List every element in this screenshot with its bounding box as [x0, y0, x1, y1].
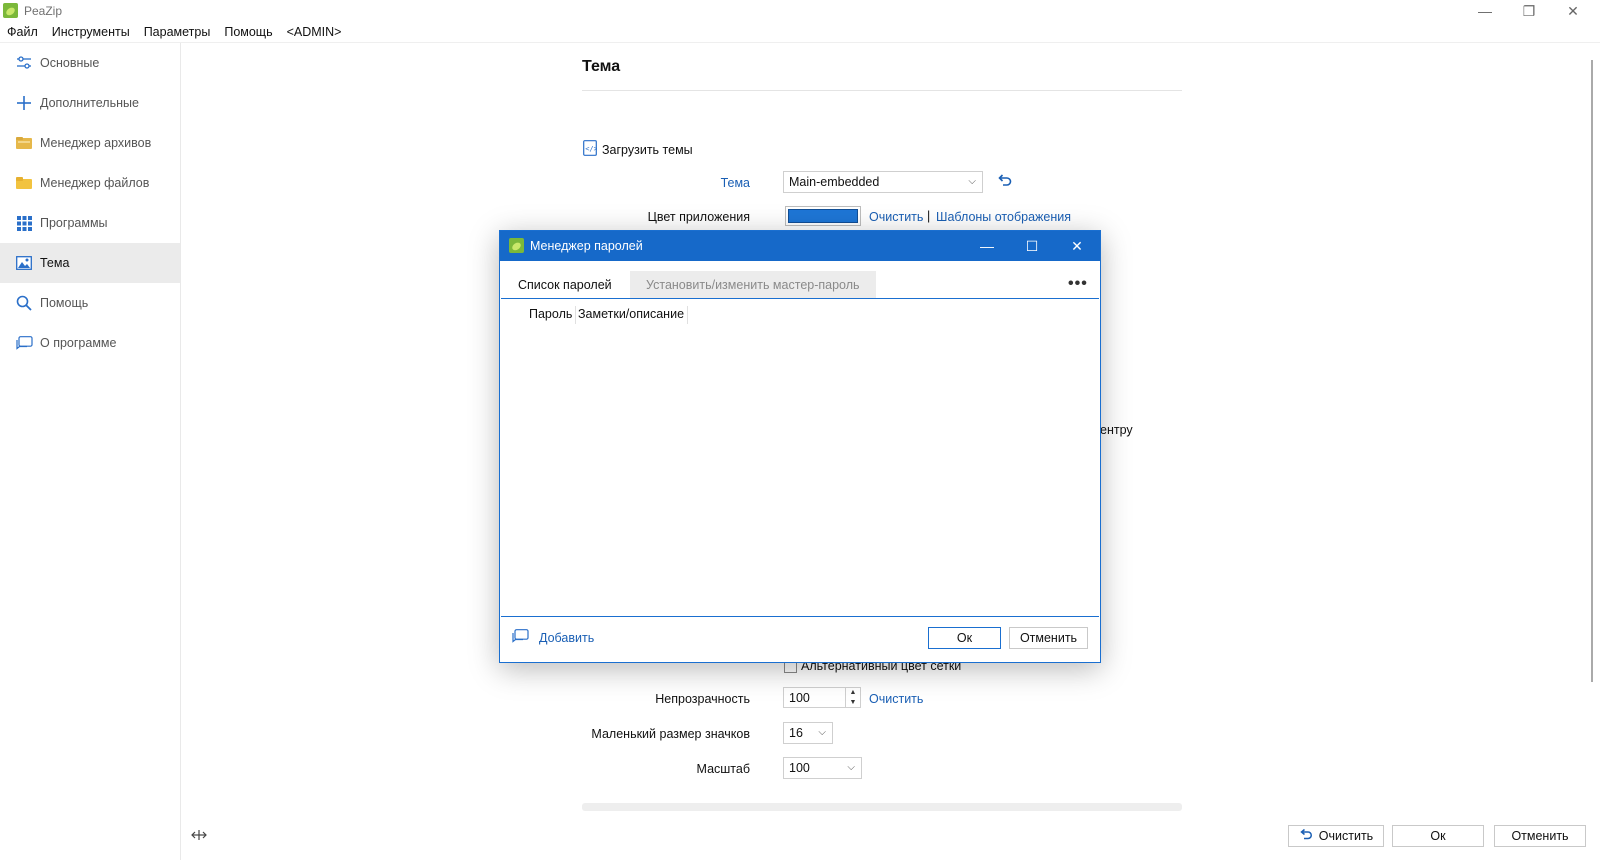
dialog-minimize-button[interactable]: — [965, 231, 1009, 261]
scale-label: Масштаб [696, 762, 750, 776]
sidebar-item-label: Менеджер файлов [40, 176, 150, 190]
app-title: PeaZip [24, 4, 63, 18]
scale-select[interactable]: 100 ⌵ [783, 757, 862, 779]
app-color-label: Цвет приложения [647, 210, 750, 224]
link-separator: | [927, 209, 931, 223]
menu-help[interactable]: Помощь [217, 22, 279, 42]
chevron-down-icon: ⌵ [847, 762, 855, 773]
search-icon [15, 294, 33, 312]
clear-button-label: Очистить [1318, 829, 1374, 843]
dialog-maximize-button[interactable]: ☐ [1010, 231, 1054, 261]
menu-tools[interactable]: Инструменты [45, 22, 137, 42]
sidebar-item-programs[interactable]: Программы [0, 203, 180, 243]
sliders-icon [15, 54, 33, 72]
minimize-button[interactable]: — [1463, 0, 1507, 22]
chat-icon [512, 629, 529, 647]
password-manager-dialog: Менеджер паролей — ☐ ✕ Список паролей Ус… [499, 230, 1101, 663]
scale-value: 100 [789, 761, 810, 775]
sidebar-item-file-manager[interactable]: Менеджер файлов [0, 163, 180, 203]
add-password-link[interactable]: Добавить [512, 629, 594, 647]
clear-button[interactable]: Очистить [1288, 825, 1384, 847]
peazip-logo-icon [509, 238, 524, 253]
opacity-spinner[interactable]: 100 ▲ ▼ [783, 687, 861, 708]
dialog-title: Менеджер паролей [530, 239, 643, 253]
dialog-close-button[interactable]: ✕ [1055, 231, 1099, 261]
tab-password-list[interactable]: Список паролей [518, 271, 612, 299]
dialog-titlebar: Менеджер паролей — ☐ ✕ [500, 231, 1100, 261]
sidebar-resize-handle[interactable] [191, 828, 207, 846]
sidebar-item-general[interactable]: Основные [0, 43, 180, 83]
reset-theme-icon[interactable] [996, 172, 1012, 191]
menu-admin[interactable]: <ADMIN> [280, 22, 349, 42]
sidebar-item-label: О программе [40, 336, 117, 350]
spin-down-icon[interactable]: ▼ [846, 698, 860, 708]
display-templates-link[interactable]: Шаблоны отображения [936, 210, 1071, 224]
sidebar-item-label: Основные [40, 56, 100, 70]
image-icon [15, 254, 33, 272]
clear-color-link[interactable]: Очистить [869, 210, 923, 224]
small-icon-size-select[interactable]: 16 ⌵ [783, 722, 833, 744]
divider [0, 42, 1600, 43]
small-icon-size-value: 16 [789, 726, 803, 740]
column-header-notes[interactable]: Заметки/описание [575, 306, 689, 324]
archive-folder-icon [15, 134, 33, 152]
spin-up-icon[interactable]: ▲ [846, 688, 860, 698]
vertical-scrollbar[interactable] [1591, 60, 1593, 682]
load-themes-link[interactable]: </> Загрузить темы [583, 140, 693, 159]
menu-bar: Файл Инструменты Параметры Помощь <ADMIN… [0, 22, 349, 42]
sidebar-item-label: Тема [40, 256, 70, 270]
small-icon-size-label: Маленький размер значков [591, 727, 750, 741]
svg-text:</>: </> [585, 145, 597, 153]
sidebar-item-theme[interactable]: Тема [0, 243, 180, 283]
grid-icon [15, 214, 33, 232]
more-options-button[interactable]: ••• [1068, 275, 1088, 293]
folder-icon [15, 174, 33, 192]
cancel-button[interactable]: Отменить [1494, 825, 1586, 847]
opacity-value: 100 [789, 690, 810, 705]
sidebar-item-label: Менеджер архивов [40, 136, 152, 150]
sidebar-item-about[interactable]: О программе [0, 323, 180, 363]
undo-icon [1299, 828, 1313, 844]
app-color-swatch[interactable] [785, 206, 861, 226]
theme-select[interactable]: Main-embedded ⌵ [783, 171, 983, 193]
color-preview [788, 209, 858, 223]
horizontal-scrollbar[interactable] [582, 803, 1182, 811]
window-titlebar: PeaZip — ❐ ✕ [0, 0, 1600, 22]
divider [582, 90, 1182, 91]
load-themes-label: Загрузить темы [602, 142, 693, 157]
sidebar-item-label: Программы [40, 216, 108, 230]
chevron-down-icon: ⌵ [968, 176, 976, 187]
plus-icon [15, 94, 33, 112]
peazip-logo-icon [3, 3, 18, 18]
tab-master-password[interactable]: Установить/изменить мастер-пароль [630, 271, 876, 299]
spin-arrows[interactable]: ▲ ▼ [845, 688, 860, 708]
sidebar-item-advanced[interactable]: Дополнительные [0, 83, 180, 123]
restore-button[interactable]: ❐ [1507, 0, 1551, 22]
sidebar-item-label: Дополнительные [40, 96, 139, 110]
password-list[interactable]: Пароль Заметки/описание [501, 298, 1099, 617]
code-file-icon: </> [583, 140, 598, 159]
chevron-down-icon: ⌵ [818, 727, 826, 738]
sidebar-item-archive-manager[interactable]: Менеджер архивов [0, 123, 180, 163]
close-button[interactable]: ✕ [1551, 0, 1595, 22]
dialog-cancel-button[interactable]: Отменить [1009, 627, 1088, 649]
partial-option-text: ентру [1100, 423, 1133, 437]
clear-opacity-link[interactable]: Очистить [869, 692, 923, 706]
theme-select-value: Main-embedded [789, 175, 880, 189]
theme-label: Тема [720, 176, 750, 190]
menu-options[interactable]: Параметры [137, 22, 218, 42]
add-password-label: Добавить [539, 631, 595, 645]
chat-icon [15, 334, 33, 352]
column-header-password[interactable]: Пароль [526, 306, 577, 324]
sidebar: Основные Дополнительные Менеджер архивов… [0, 43, 181, 860]
dialog-ok-button[interactable]: Ок [928, 627, 1001, 649]
menu-file[interactable]: Файл [0, 22, 45, 42]
page-title: Тема [582, 58, 621, 75]
opacity-label: Непрозрачность [655, 692, 750, 706]
sidebar-item-label: Помощь [40, 296, 89, 310]
sidebar-item-help[interactable]: Помощь [0, 283, 180, 323]
ok-button[interactable]: Ок [1392, 825, 1484, 847]
